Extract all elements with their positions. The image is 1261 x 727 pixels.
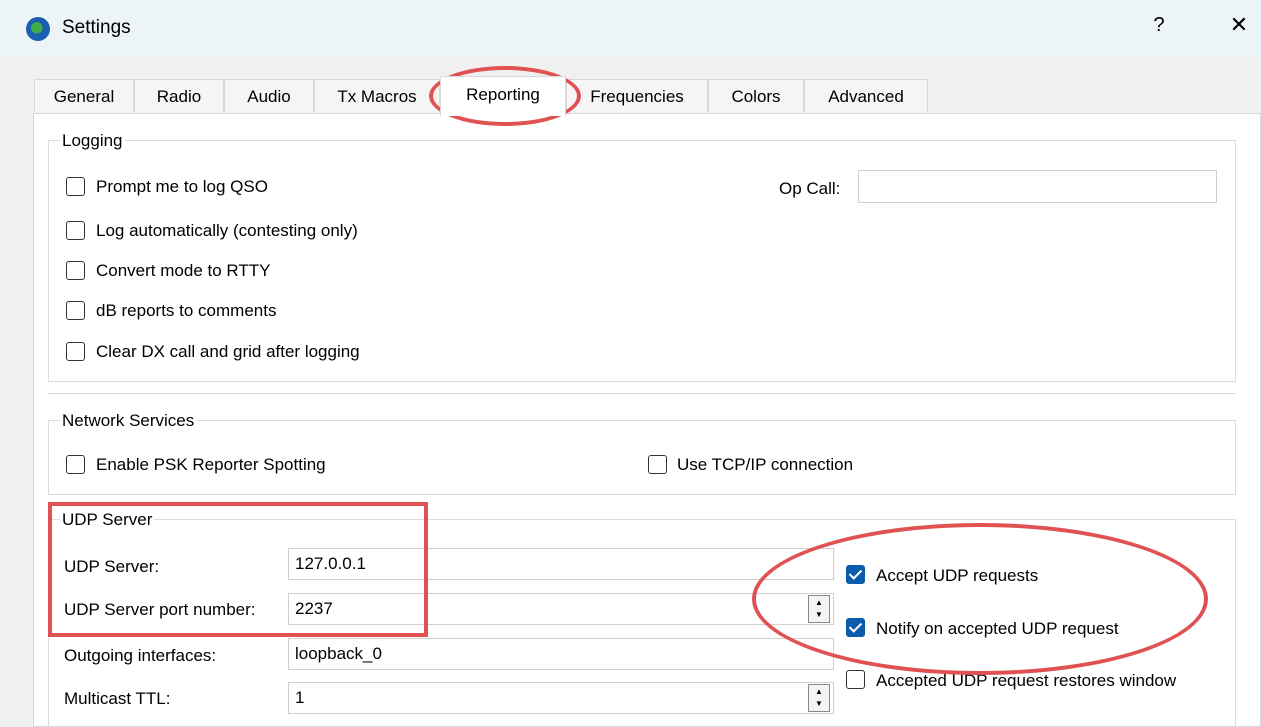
prompt-log-qso-checkbox[interactable] bbox=[66, 177, 85, 196]
tab-audio[interactable]: Audio bbox=[224, 79, 314, 112]
tab-colors[interactable]: Colors bbox=[708, 79, 804, 112]
log-automatically-label: Log automatically (contesting only) bbox=[96, 221, 358, 240]
multicast-ttl-label: Multicast TTL: bbox=[64, 689, 171, 708]
tab-tx-macros[interactable]: Tx Macros bbox=[314, 79, 440, 112]
db-reports-label: dB reports to comments bbox=[96, 301, 277, 320]
clear-dx-checkbox[interactable] bbox=[66, 342, 85, 361]
logging-group-title: Logging bbox=[60, 131, 125, 151]
spin-up-icon[interactable]: ▲ bbox=[809, 686, 829, 698]
db-reports-checkbox[interactable] bbox=[66, 301, 85, 320]
outgoing-interfaces-label: Outgoing interfaces: bbox=[64, 646, 217, 665]
op-call-label: Op Call: bbox=[779, 179, 841, 198]
spin-down-icon[interactable]: ▼ bbox=[809, 698, 829, 710]
tab-frequencies[interactable]: Frequencies bbox=[566, 79, 708, 112]
tab-radio[interactable]: Radio bbox=[134, 79, 224, 112]
convert-rtty-label: Convert mode to RTTY bbox=[96, 261, 271, 280]
prompt-log-qso-label: Prompt me to log QSO bbox=[96, 177, 268, 196]
psk-reporter-label: Enable PSK Reporter Spotting bbox=[96, 455, 326, 474]
title-bar bbox=[0, 0, 1261, 58]
clear-dx-label: Clear DX call and grid after logging bbox=[96, 342, 360, 361]
window-title: Settings bbox=[62, 17, 131, 38]
annotation-rect-udp-server bbox=[48, 502, 428, 637]
help-button[interactable]: ? bbox=[1148, 14, 1170, 37]
tcp-ip-label: Use TCP/IP connection bbox=[677, 455, 854, 474]
log-automatically-checkbox[interactable] bbox=[66, 221, 85, 240]
close-button[interactable]: ✕ bbox=[1224, 12, 1254, 38]
app-globe-icon bbox=[26, 17, 50, 41]
ttl-spinner[interactable]: ▲ ▼ bbox=[808, 684, 830, 712]
op-call-input[interactable] bbox=[858, 170, 1217, 203]
tab-advanced[interactable]: Advanced bbox=[804, 79, 928, 112]
tcp-ip-checkbox[interactable] bbox=[648, 455, 667, 474]
tab-reporting[interactable]: Reporting bbox=[440, 76, 566, 116]
outgoing-interfaces-select[interactable]: loopback_0 bbox=[288, 638, 834, 670]
restores-window-checkbox[interactable] bbox=[846, 670, 865, 689]
restores-window-label: Accepted UDP request restores window bbox=[876, 671, 1177, 690]
tab-general[interactable]: General bbox=[34, 79, 134, 112]
psk-reporter-checkbox[interactable] bbox=[66, 455, 85, 474]
multicast-ttl-input[interactable]: 1 bbox=[288, 682, 834, 714]
convert-rtty-checkbox[interactable] bbox=[66, 261, 85, 280]
section-divider bbox=[48, 393, 1236, 394]
network-services-title: Network Services bbox=[60, 411, 197, 431]
annotation-ellipse-udp-options bbox=[752, 523, 1208, 675]
